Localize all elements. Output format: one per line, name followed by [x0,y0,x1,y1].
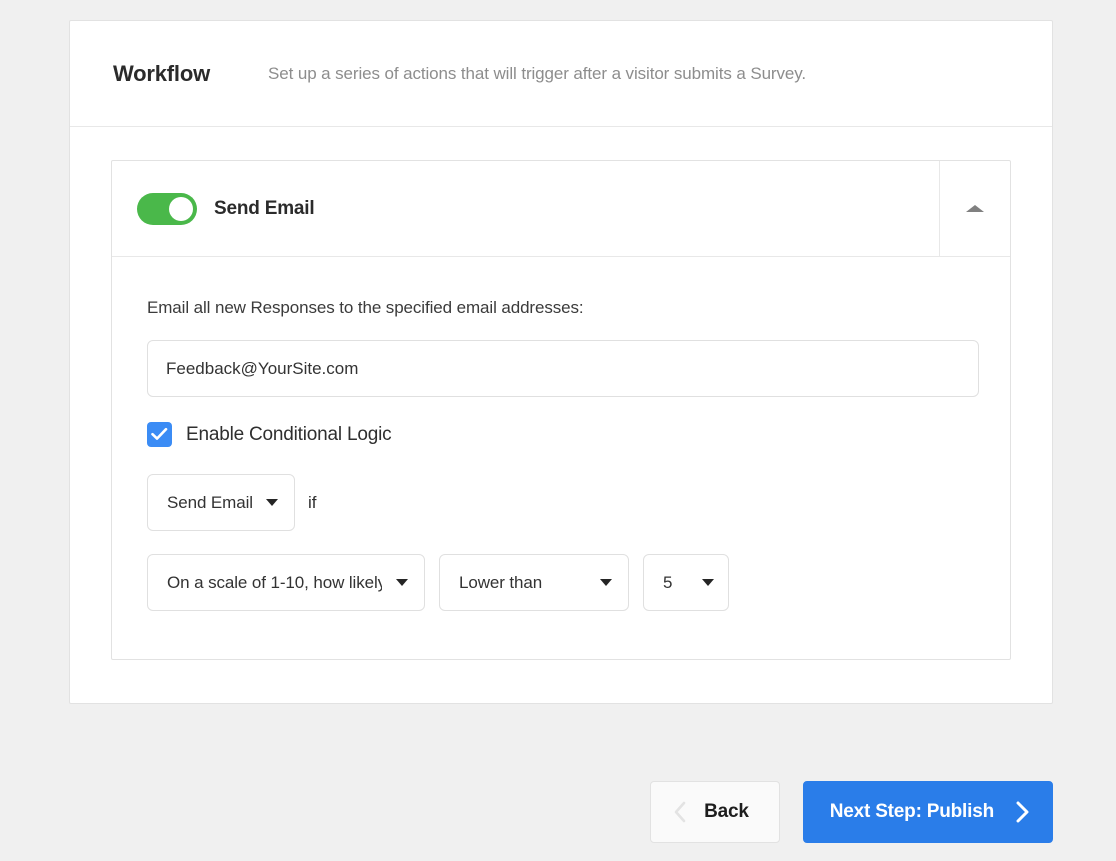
if-label: if [308,492,317,512]
conditional-logic-label: Enable Conditional Logic [186,423,392,445]
page-title: Workflow [113,60,210,86]
email-addresses-input[interactable] [147,340,979,397]
chevron-right-icon [1016,801,1029,823]
footer-actions: Back Next Step: Publish [69,781,1053,843]
card-body: Send Email Email all new Responses to th… [70,127,1052,703]
logic-action-select[interactable]: Send Email [147,474,295,531]
chevron-down-icon [600,579,612,586]
conditional-logic-row: Enable Conditional Logic [147,422,975,447]
chevron-down-icon [396,579,408,586]
logic-field-value: On a scale of 1-10, how likely are yo [167,572,382,592]
chevron-left-icon [674,801,686,823]
logic-field-select[interactable]: On a scale of 1-10, how likely are yo [147,554,425,611]
logic-action-row: Send Email if [147,474,975,531]
toggle-knob [169,196,193,221]
chevron-down-icon [266,499,278,506]
back-button[interactable]: Back [650,781,780,843]
next-button-label: Next Step: Publish [829,801,994,822]
logic-operator-value: Lower than [459,572,543,592]
collapse-button[interactable] [940,161,1010,256]
card-header: Workflow Set up a series of actions that… [70,21,1052,127]
logic-condition-row: On a scale of 1-10, how likely are yo Lo… [147,554,975,611]
action-title: Send Email [214,197,315,219]
page-subtitle: Set up a series of actions that will tri… [268,63,807,83]
action-header-main: Send Email [112,161,940,256]
logic-action-value: Send Email [167,492,252,512]
action-panel-header: Send Email [112,161,1010,257]
workflow-card: Workflow Set up a series of actions that… [69,20,1053,704]
action-panel-body: Email all new Responses to the specified… [112,257,1010,659]
logic-operator-select[interactable]: Lower than [439,554,629,611]
check-icon [151,427,168,440]
chevron-down-icon [702,579,714,586]
send-email-toggle[interactable] [137,192,197,225]
send-email-action-panel: Send Email Email all new Responses to th… [111,160,1011,660]
logic-value-select[interactable]: 5 [643,554,729,611]
next-step-publish-button[interactable]: Next Step: Publish [802,781,1053,843]
back-button-label: Back [704,801,749,822]
logic-value-value: 5 [663,572,673,592]
caret-up-icon [966,205,984,212]
email-field-label: Email all new Responses to the specified… [147,298,584,317]
enable-conditional-logic-checkbox[interactable] [147,422,172,447]
